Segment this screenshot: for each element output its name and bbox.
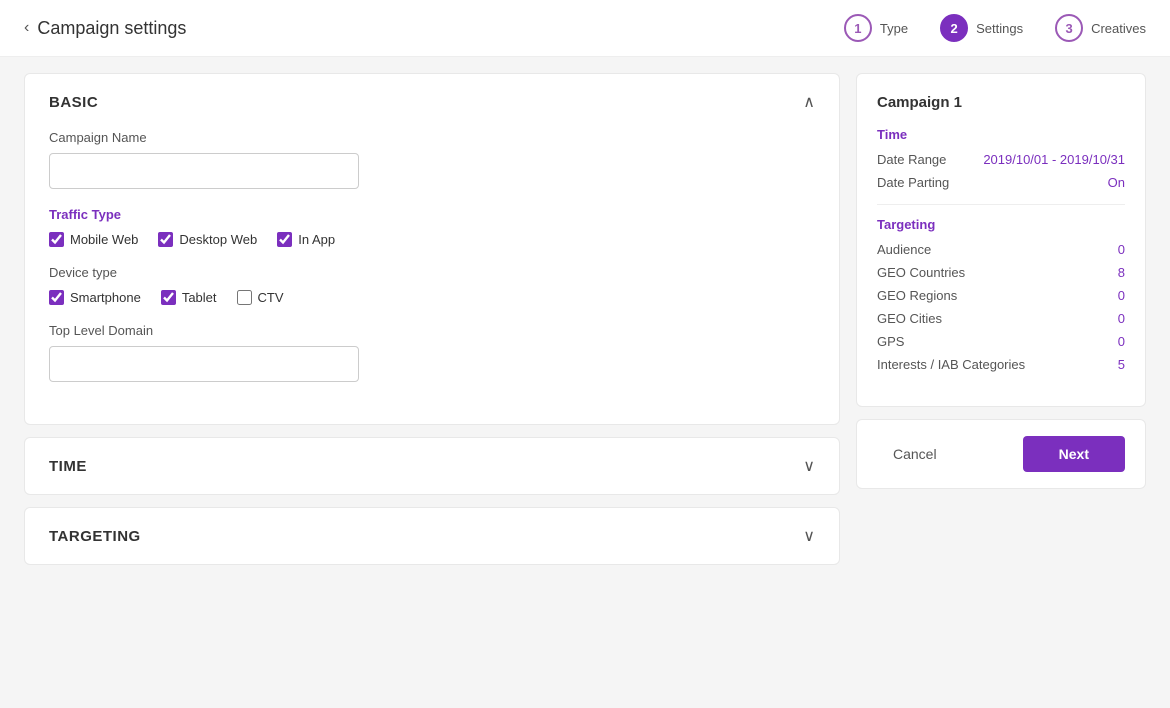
summary-targeting-row: GEO Countries 8	[877, 265, 1125, 280]
device-smartphone[interactable]: Smartphone	[49, 290, 141, 305]
action-panel: Cancel Next	[856, 419, 1146, 489]
ctv-label: CTV	[258, 290, 284, 305]
main-layout: BASIC ∧ Campaign Name Traffic Type Mobil…	[0, 57, 1170, 581]
next-button[interactable]: Next	[1023, 436, 1125, 472]
step-label-settings: Settings	[976, 21, 1023, 36]
summary-campaign-name: Campaign 1	[877, 94, 1125, 111]
step-circle-settings: 2	[940, 14, 968, 42]
campaign-name-label: Campaign Name	[49, 130, 815, 145]
targeting-panel-toggle[interactable]: ∨	[803, 526, 815, 546]
summary-targeting-row: Audience 0	[877, 242, 1125, 257]
targeting-row-value: 0	[1118, 334, 1125, 349]
step-label-type: Type	[880, 21, 908, 36]
step-type[interactable]: 1 Type	[844, 14, 908, 42]
targeting-row-value: 5	[1118, 357, 1125, 372]
summary-targeting-title: Targeting	[877, 217, 1125, 232]
in-app-label: In App	[298, 232, 335, 247]
campaign-name-group: Campaign Name	[49, 130, 815, 189]
tablet-checkbox[interactable]	[161, 290, 176, 305]
targeting-panel-title: TARGETING	[49, 528, 141, 545]
basic-panel: BASIC ∧ Campaign Name Traffic Type Mobil…	[24, 73, 840, 425]
steps-nav: 1 Type 2 Settings 3 Creatives	[844, 14, 1146, 42]
targeting-row-label: Audience	[877, 242, 931, 257]
step-settings[interactable]: 2 Settings	[940, 14, 1023, 42]
step-circle-creatives: 3	[1055, 14, 1083, 42]
header-left: ‹ Campaign settings	[24, 18, 186, 39]
summary-panel: Campaign 1 Time Date Range 2019/10/01 - …	[856, 73, 1146, 407]
device-ctv[interactable]: CTV	[237, 290, 284, 305]
time-panel-toggle[interactable]: ∨	[803, 456, 815, 476]
smartphone-checkbox[interactable]	[49, 290, 64, 305]
time-panel-header[interactable]: TIME ∨	[25, 438, 839, 494]
step-label-creatives: Creatives	[1091, 21, 1146, 36]
targeting-row-value: 8	[1118, 265, 1125, 280]
device-type-group: Device type Smartphone Tablet CTV	[49, 265, 815, 305]
desktop-web-label: Desktop Web	[179, 232, 257, 247]
right-sidebar: Campaign 1 Time Date Range 2019/10/01 - …	[856, 73, 1146, 489]
top-level-domain-input[interactable]	[49, 346, 359, 382]
time-panel: TIME ∨	[24, 437, 840, 495]
device-tablet[interactable]: Tablet	[161, 290, 217, 305]
targeting-row-label: GEO Cities	[877, 311, 942, 326]
targeting-row-label: GPS	[877, 334, 904, 349]
top-level-domain-group: Top Level Domain	[49, 323, 815, 382]
basic-panel-toggle[interactable]: ∧	[803, 92, 815, 112]
targeting-row-label: GEO Regions	[877, 288, 957, 303]
summary-divider	[877, 204, 1125, 205]
targeting-row-label: Interests / IAB Categories	[877, 357, 1025, 372]
tablet-label: Tablet	[182, 290, 217, 305]
time-panel-title: TIME	[49, 458, 87, 475]
targeting-row-label: GEO Countries	[877, 265, 965, 280]
summary-date-range-value: 2019/10/01 - 2019/10/31	[983, 152, 1125, 167]
summary-targeting-row: Interests / IAB Categories 5	[877, 357, 1125, 372]
summary-targeting-row: GEO Cities 0	[877, 311, 1125, 326]
traffic-type-checkboxes: Mobile Web Desktop Web In App	[49, 232, 815, 247]
summary-date-parting-label: Date Parting	[877, 175, 949, 190]
traffic-mobile-web[interactable]: Mobile Web	[49, 232, 138, 247]
targeting-panel-header[interactable]: TARGETING ∨	[25, 508, 839, 564]
basic-panel-body: Campaign Name Traffic Type Mobile Web De…	[25, 130, 839, 424]
traffic-in-app[interactable]: In App	[277, 232, 335, 247]
smartphone-label: Smartphone	[70, 290, 141, 305]
mobile-web-checkbox[interactable]	[49, 232, 64, 247]
top-level-domain-label: Top Level Domain	[49, 323, 815, 338]
basic-panel-header: BASIC ∧	[25, 74, 839, 130]
targeting-panel: TARGETING ∨	[24, 507, 840, 565]
in-app-checkbox[interactable]	[277, 232, 292, 247]
targeting-row-value: 0	[1118, 288, 1125, 303]
summary-time-title: Time	[877, 127, 1125, 142]
summary-targeting-row: GEO Regions 0	[877, 288, 1125, 303]
cancel-button[interactable]: Cancel	[877, 438, 953, 470]
left-content: BASIC ∧ Campaign Name Traffic Type Mobil…	[24, 73, 840, 565]
desktop-web-checkbox[interactable]	[158, 232, 173, 247]
summary-targeting-section: Targeting Audience 0 GEO Countries 8 GEO…	[877, 217, 1125, 372]
traffic-type-label: Traffic Type	[49, 207, 815, 222]
page-title: Campaign settings	[37, 18, 186, 39]
header: ‹ Campaign settings 1 Type 2 Settings 3 …	[0, 0, 1170, 57]
step-circle-type: 1	[844, 14, 872, 42]
summary-date-range-row: Date Range 2019/10/01 - 2019/10/31	[877, 152, 1125, 167]
targeting-row-value: 0	[1118, 311, 1125, 326]
summary-date-parting-value: On	[1108, 175, 1125, 190]
summary-targeting-row: GPS 0	[877, 334, 1125, 349]
traffic-type-group: Traffic Type Mobile Web Desktop Web I	[49, 207, 815, 247]
basic-panel-title: BASIC	[49, 94, 98, 111]
device-type-label: Device type	[49, 265, 815, 280]
summary-date-range-label: Date Range	[877, 152, 946, 167]
summary-date-parting-row: Date Parting On	[877, 175, 1125, 190]
back-button[interactable]: ‹	[24, 19, 29, 37]
campaign-name-input[interactable]	[49, 153, 359, 189]
summary-time-section: Time Date Range 2019/10/01 - 2019/10/31 …	[877, 127, 1125, 190]
summary-targeting-rows: Audience 0 GEO Countries 8 GEO Regions 0…	[877, 242, 1125, 372]
targeting-row-value: 0	[1118, 242, 1125, 257]
step-creatives[interactable]: 3 Creatives	[1055, 14, 1146, 42]
device-type-checkboxes: Smartphone Tablet CTV	[49, 290, 815, 305]
ctv-checkbox[interactable]	[237, 290, 252, 305]
traffic-desktop-web[interactable]: Desktop Web	[158, 232, 257, 247]
mobile-web-label: Mobile Web	[70, 232, 138, 247]
